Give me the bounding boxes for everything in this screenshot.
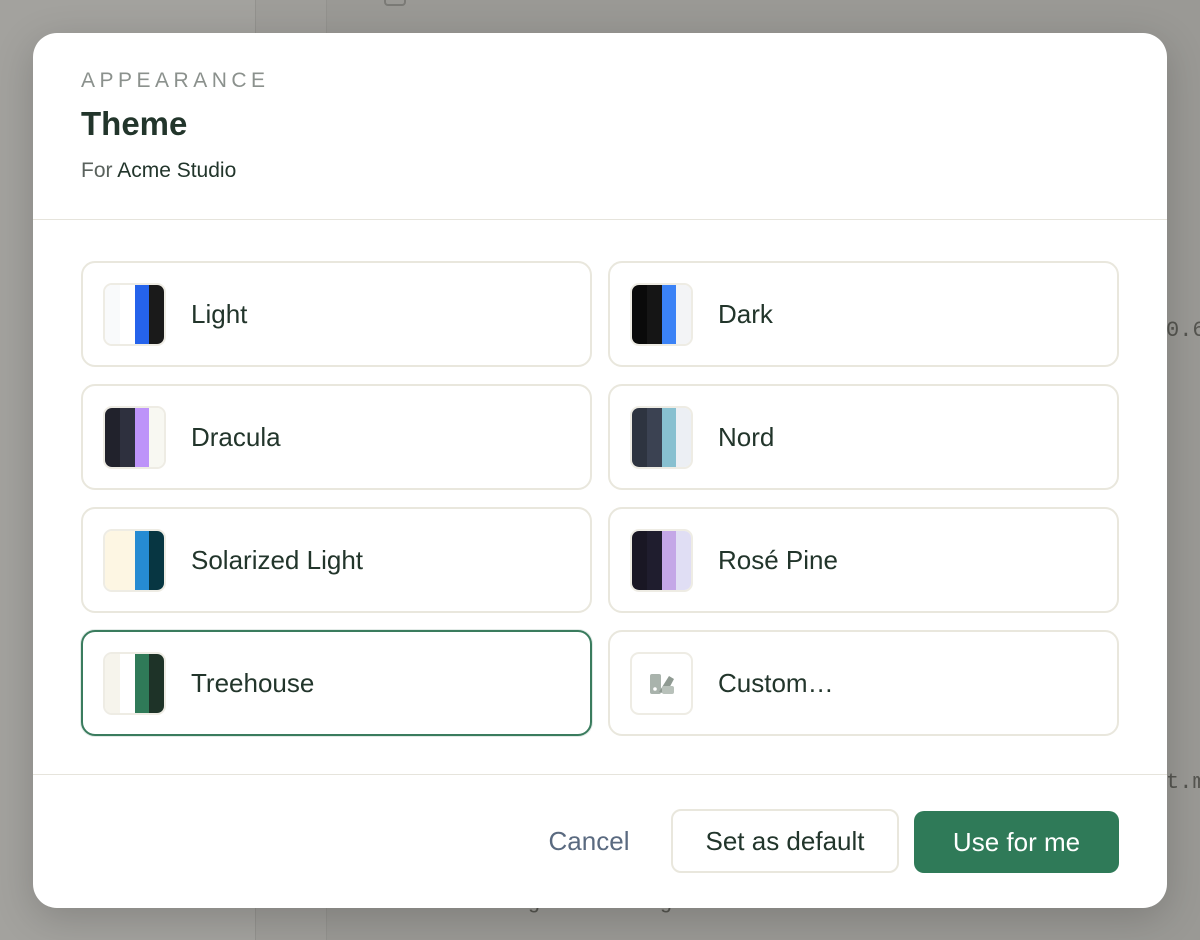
theme-swatch (103, 282, 166, 346)
swatch-color (661, 284, 677, 344)
swatch-color (676, 530, 691, 590)
swatch-color (661, 530, 677, 590)
theme-label: Rosé Pine (718, 544, 838, 575)
theme-dialog: APPEARANCE Theme For Acme Studio Light Da… (33, 33, 1167, 908)
subtitle-prefix: For (81, 159, 113, 182)
swatch-color (676, 284, 691, 344)
theme-label: Treehouse (191, 667, 315, 698)
swatch-color (134, 653, 150, 713)
theme-option-custom[interactable]: Custom… (608, 630, 1119, 736)
subtitle-org: Acme Studio (117, 159, 237, 182)
theme-option-dracula[interactable]: Dracula (81, 384, 592, 490)
swatch-color (149, 407, 164, 467)
theme-option-dark[interactable]: Dark (608, 261, 1119, 367)
swatch-color (119, 284, 135, 344)
background-text-mid: t.m (1166, 770, 1200, 795)
background-checkbox (384, 0, 406, 6)
swatch-color (149, 653, 164, 713)
swatch-color (149, 284, 164, 344)
swatch-color (646, 530, 662, 590)
swatch-color (119, 653, 135, 713)
theme-label: Dark (718, 298, 773, 329)
theme-label: Dracula (191, 421, 281, 452)
theme-label: Light (191, 298, 248, 329)
dialog-footer: Cancel Set as default Use for me (33, 774, 1167, 908)
use-for-me-button[interactable]: Use for me (914, 811, 1119, 873)
theme-option-light[interactable]: Light (81, 261, 592, 367)
swatch-color (134, 407, 150, 467)
swatch-color (149, 530, 164, 590)
theme-swatch (630, 405, 693, 469)
set-as-default-button[interactable]: Set as default (671, 809, 899, 873)
swatch-color (632, 284, 647, 344)
swatch-color (105, 284, 120, 344)
theme-label: Nord (718, 421, 775, 452)
swatch-color (105, 530, 120, 590)
theme-grid: Light Dark Dracula Nord Solarized Light Rosé … (81, 261, 1119, 736)
theme-option-nord[interactable]: Nord (608, 384, 1119, 490)
theme-swatch (630, 282, 693, 346)
swatch-palette-icon (630, 651, 693, 715)
theme-swatch (630, 528, 693, 592)
swatch-color (632, 407, 647, 467)
swatch-color (134, 284, 150, 344)
swatch-color (646, 407, 662, 467)
theme-label: Solarized Light (191, 544, 363, 575)
swatch-color (646, 284, 662, 344)
swatch-color (105, 653, 120, 713)
theme-swatch (103, 528, 166, 592)
swatch-color (105, 407, 120, 467)
theme-option-ros-pine[interactable]: Rosé Pine (608, 507, 1119, 613)
theme-option-treehouse[interactable]: Treehouse (81, 630, 592, 736)
dialog-subtitle: For Acme Studio (81, 159, 236, 183)
swatch-color (632, 530, 647, 590)
swatch-color (661, 407, 677, 467)
swatch-color (119, 407, 135, 467)
theme-option-solarized-light[interactable]: Solarized Light (81, 507, 592, 613)
theme-label: Custom… (718, 667, 834, 698)
dialog-title: Theme (81, 105, 188, 142)
swatch-color (676, 407, 691, 467)
background-text-top: 0.6 (1166, 318, 1200, 343)
theme-swatch (103, 651, 166, 715)
dialog-eyebrow: APPEARANCE (81, 69, 270, 92)
theme-swatch (103, 405, 166, 469)
cancel-button[interactable]: Cancel (527, 809, 651, 873)
swatch-color (119, 530, 135, 590)
swatch-color (134, 530, 150, 590)
dialog-header: APPEARANCE Theme For Acme Studio (33, 33, 1167, 220)
